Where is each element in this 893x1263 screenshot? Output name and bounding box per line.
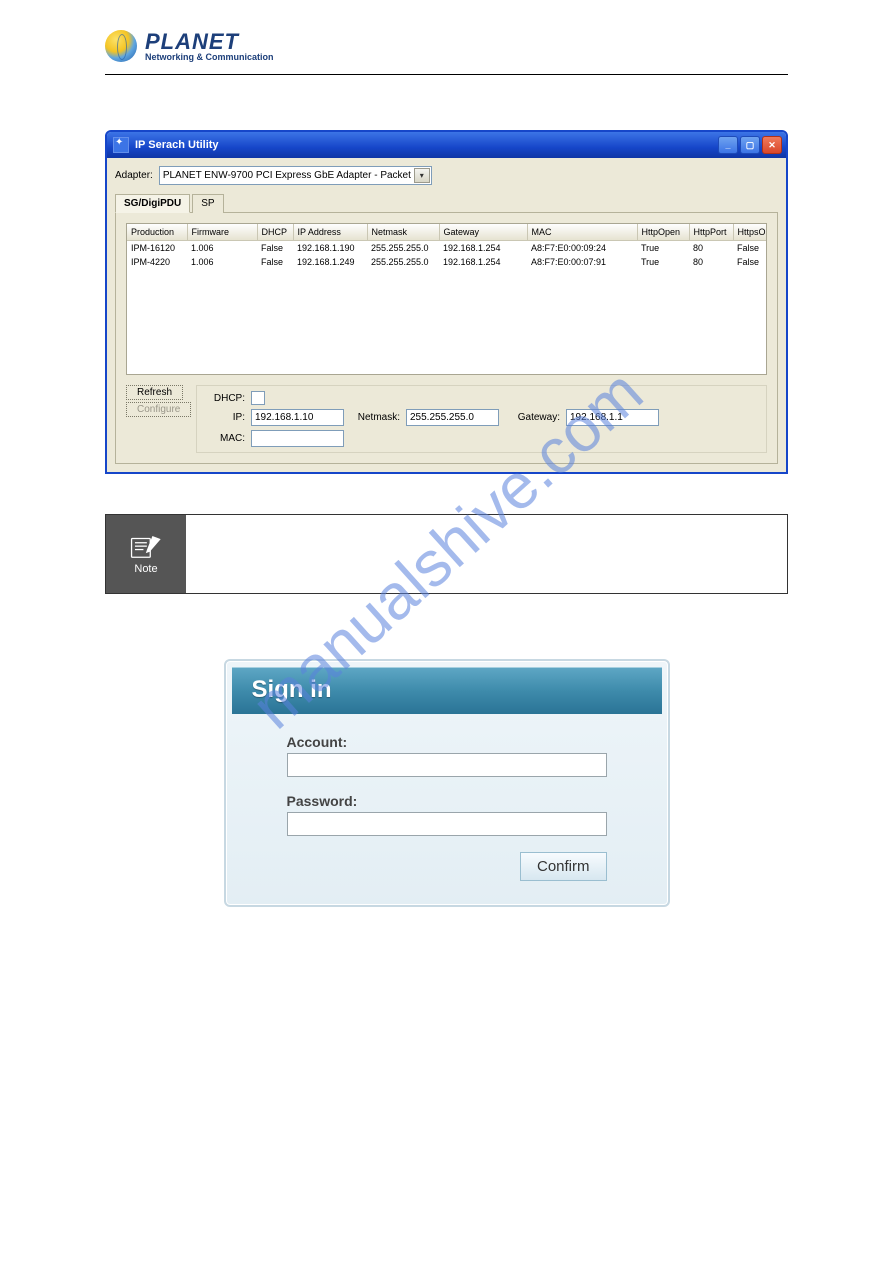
- titlebar[interactable]: IP Serach Utility _ ▢ ✕: [107, 132, 786, 158]
- close-button[interactable]: ✕: [762, 136, 782, 154]
- netmask-input[interactable]: [406, 409, 499, 426]
- signin-panel: Sign in Account: Password: Confirm: [224, 659, 670, 907]
- cell: False: [733, 241, 767, 256]
- note-icon: [129, 534, 163, 560]
- netmask-label: Netmask:: [350, 412, 400, 423]
- ip-input[interactable]: [251, 409, 344, 426]
- adapter-selected-value: PLANET ENW-9700 PCI Express GbE Adapter …: [163, 170, 421, 181]
- config-panel: DHCP: IP: Netmask: Gateway: MAC:: [196, 385, 767, 453]
- adapter-select[interactable]: PLANET ENW-9700 PCI Express GbE Adapter …: [159, 166, 432, 185]
- account-input[interactable]: [287, 753, 607, 777]
- header-divider: [105, 74, 788, 75]
- window-title: IP Serach Utility: [135, 139, 716, 151]
- adapter-label: Adapter:: [115, 170, 153, 181]
- minimize-button[interactable]: _: [718, 136, 738, 154]
- cell: 192.168.1.190: [293, 241, 367, 256]
- col-mac[interactable]: MAC: [527, 224, 637, 241]
- logo-brand: PLANET: [145, 31, 274, 53]
- cell: 1.006: [187, 255, 257, 269]
- col-netmask[interactable]: Netmask: [367, 224, 439, 241]
- cell: 192.168.1.254: [439, 255, 527, 269]
- col-ip[interactable]: IP Address: [293, 224, 367, 241]
- dhcp-checkbox[interactable]: [251, 391, 265, 405]
- ip-label: IP:: [205, 412, 245, 423]
- configure-button[interactable]: Configure: [126, 402, 191, 417]
- tab-sgdigipdu[interactable]: SG/DigiPDU: [115, 194, 190, 213]
- cell: 80: [689, 255, 733, 269]
- mac-label: MAC:: [205, 433, 245, 444]
- note-label: Note: [134, 563, 157, 575]
- grid-header-row: Production Firmware DHCP IP Address Netm…: [127, 224, 767, 241]
- account-label: Account:: [287, 734, 607, 750]
- dhcp-label: DHCP:: [205, 393, 245, 404]
- chevron-down-icon[interactable]: [414, 168, 430, 183]
- logo-tagline: Networking & Communication: [145, 53, 274, 62]
- cell: True: [637, 255, 689, 269]
- cell: False: [733, 255, 767, 269]
- table-row[interactable]: IPM-4220 1.006 False 192.168.1.249 255.2…: [127, 255, 767, 269]
- cell: IPM-4220: [127, 255, 187, 269]
- app-icon: [113, 137, 129, 153]
- cell: 255.255.255.0: [367, 241, 439, 256]
- note-content: [186, 515, 787, 593]
- signin-title: Sign in: [232, 667, 662, 714]
- mac-input[interactable]: [251, 430, 344, 447]
- maximize-button[interactable]: ▢: [740, 136, 760, 154]
- cell: 80: [689, 241, 733, 256]
- ip-search-utility-window: IP Serach Utility _ ▢ ✕ Adapter: PLANET …: [105, 130, 788, 474]
- tab-sp[interactable]: SP: [192, 194, 223, 213]
- col-httpport[interactable]: HttpPort: [689, 224, 733, 241]
- gateway-input[interactable]: [566, 409, 659, 426]
- col-production[interactable]: Production: [127, 224, 187, 241]
- device-grid[interactable]: Production Firmware DHCP IP Address Netm…: [126, 223, 767, 375]
- confirm-button[interactable]: Confirm: [520, 852, 607, 881]
- refresh-button[interactable]: Refresh: [126, 385, 183, 400]
- page-logo: PLANET Networking & Communication: [105, 30, 788, 62]
- password-label: Password:: [287, 793, 607, 809]
- col-dhcp[interactable]: DHCP: [257, 224, 293, 241]
- gateway-label: Gateway:: [505, 412, 560, 423]
- planet-globe-icon: [105, 30, 137, 62]
- col-httpsopen[interactable]: HttpsOpen: [733, 224, 767, 241]
- cell: IPM-16120: [127, 241, 187, 256]
- note-callout: Note: [105, 514, 788, 594]
- cell: False: [257, 241, 293, 256]
- table-row[interactable]: IPM-16120 1.006 False 192.168.1.190 255.…: [127, 241, 767, 256]
- col-firmware[interactable]: Firmware: [187, 224, 257, 241]
- cell: 255.255.255.0: [367, 255, 439, 269]
- cell: False: [257, 255, 293, 269]
- col-gateway[interactable]: Gateway: [439, 224, 527, 241]
- cell: 1.006: [187, 241, 257, 256]
- col-httpopen[interactable]: HttpOpen: [637, 224, 689, 241]
- password-input[interactable]: [287, 812, 607, 836]
- cell: A8:F7:E0:00:09:24: [527, 241, 637, 256]
- cell: A8:F7:E0:00:07:91: [527, 255, 637, 269]
- cell: True: [637, 241, 689, 256]
- cell: 192.168.1.249: [293, 255, 367, 269]
- cell: 192.168.1.254: [439, 241, 527, 256]
